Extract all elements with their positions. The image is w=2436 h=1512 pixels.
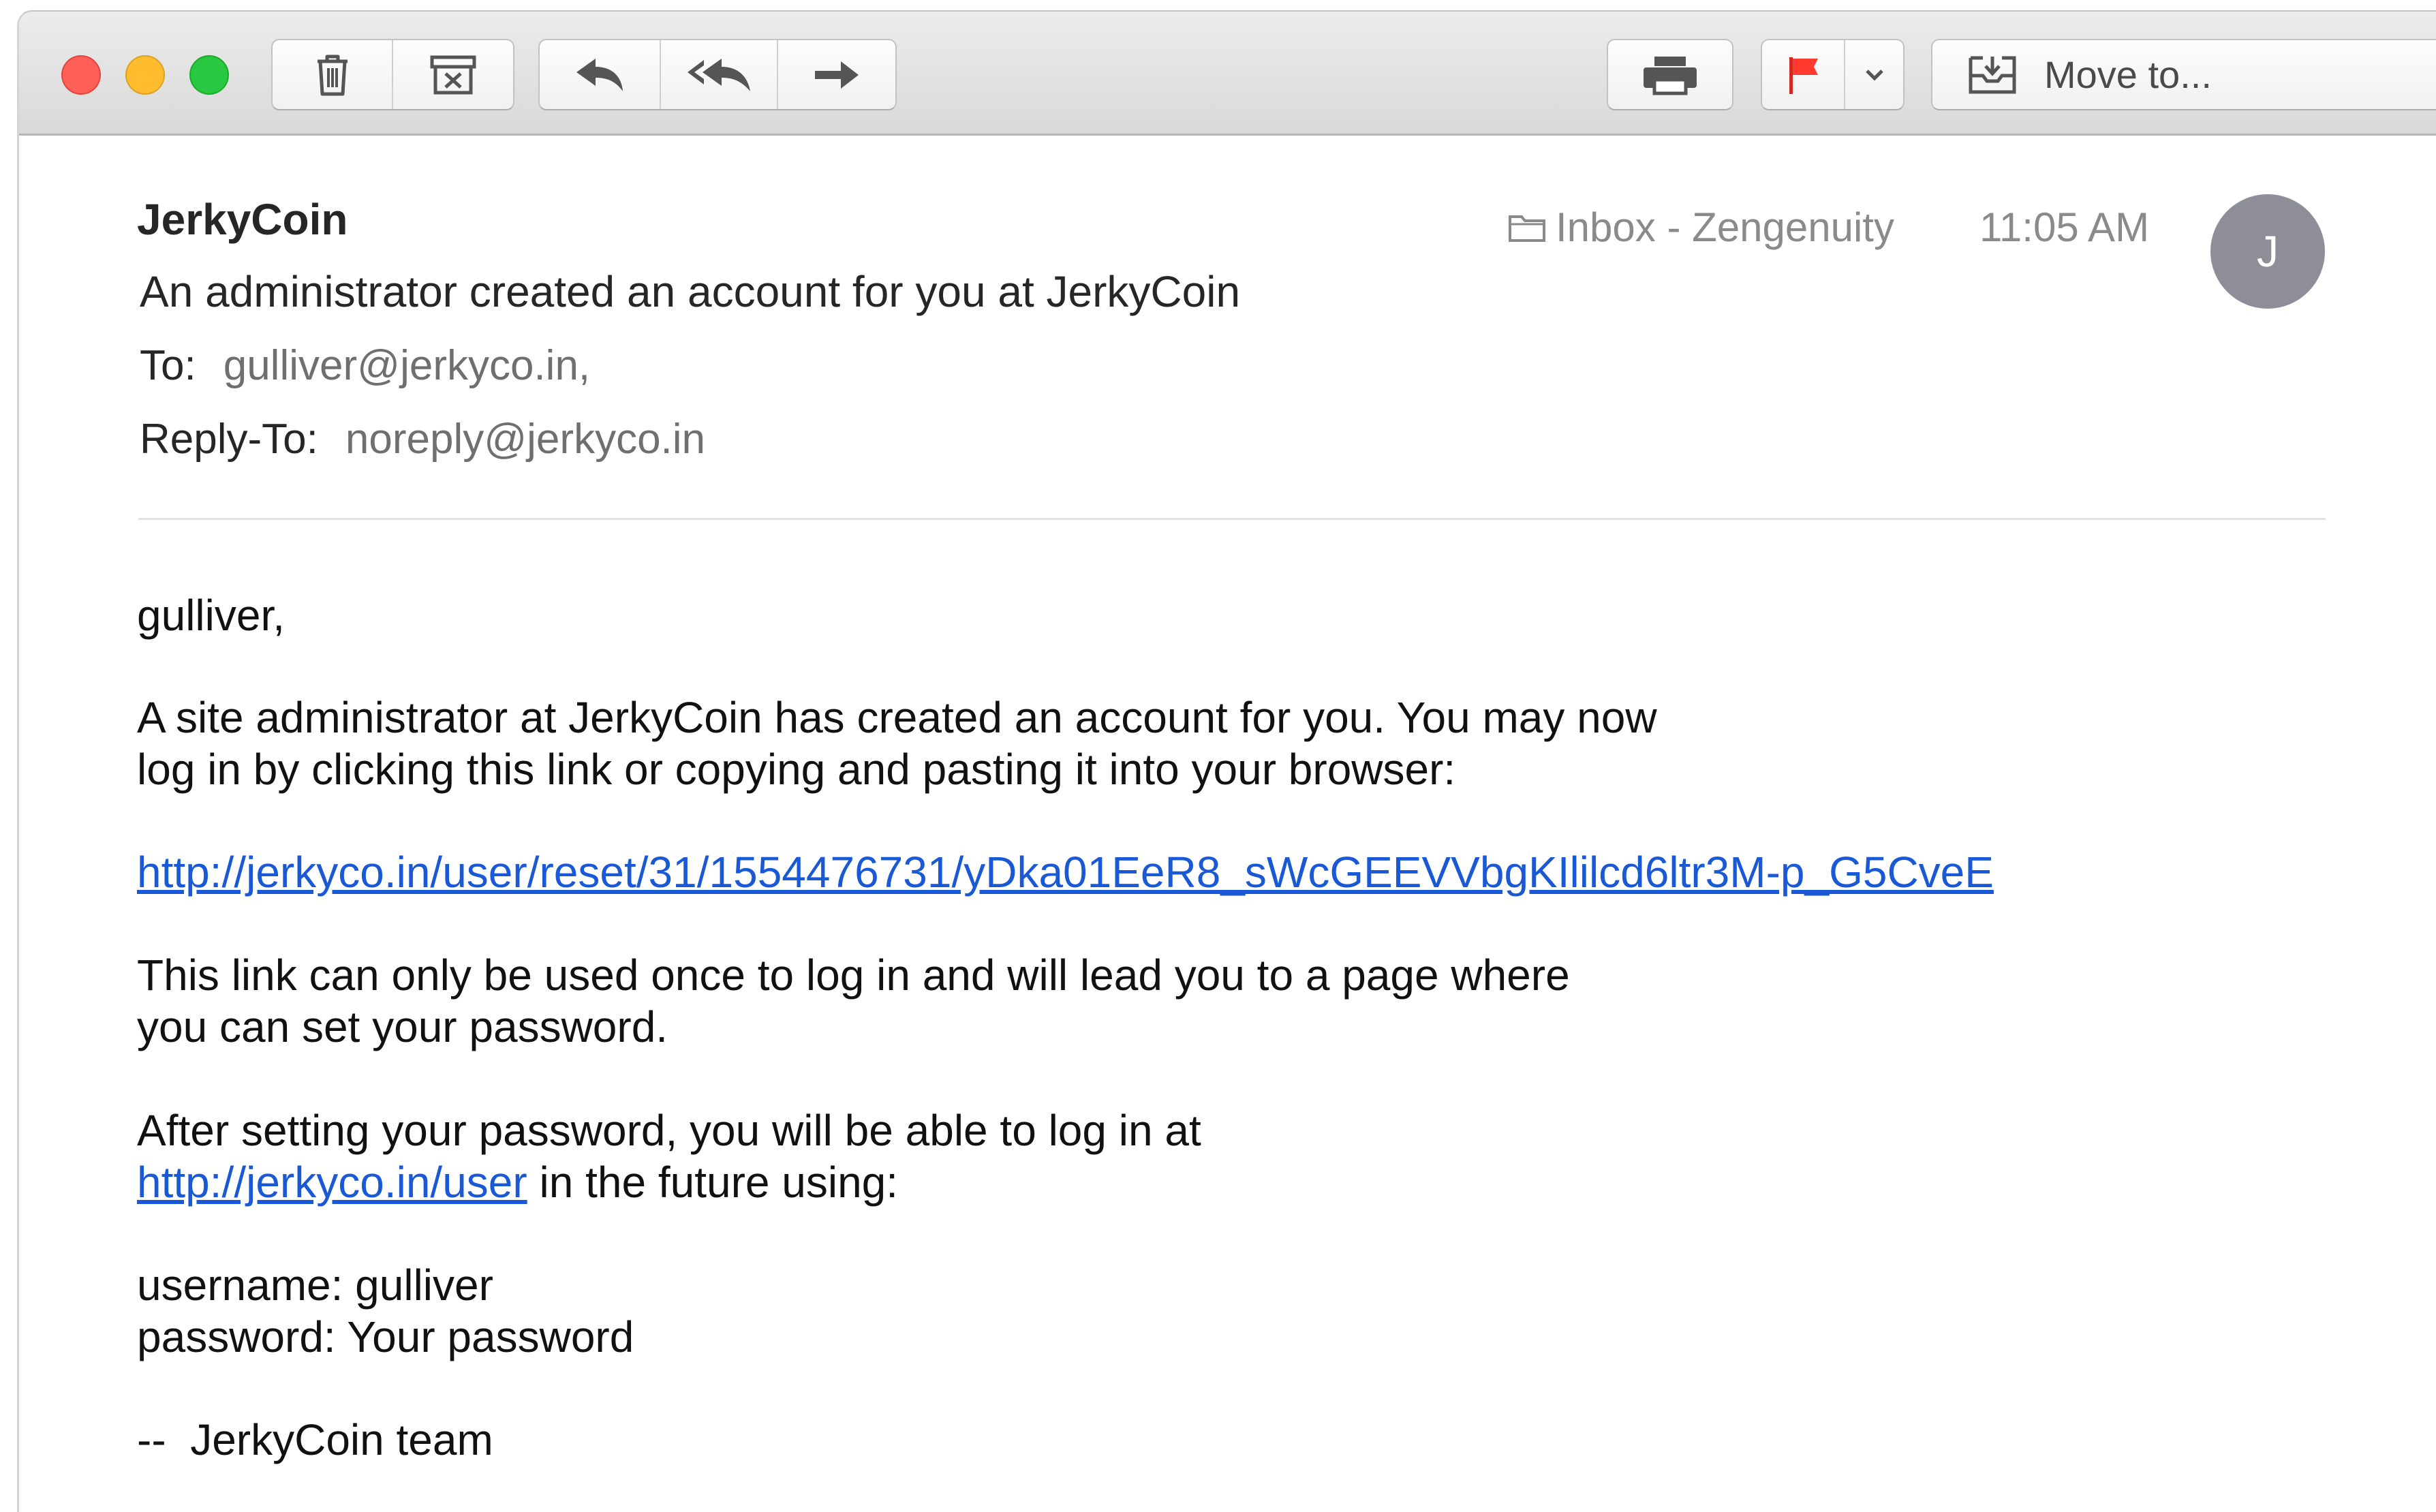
to-label: To: xyxy=(140,342,196,389)
minimize-window-button[interactable] xyxy=(125,55,165,95)
mailbox-name: Inbox - Zengenuity xyxy=(1556,204,1894,250)
paragraph-1: A site administrator at JerkyCoin has cr… xyxy=(137,692,1657,795)
move-to-button[interactable]: Move to... xyxy=(1932,40,2436,109)
username-line: username: gulliver xyxy=(137,1261,493,1310)
move-to-label: Move to... xyxy=(2044,53,2212,96)
user-login-link[interactable]: http://jerkyco.in/user xyxy=(137,1158,527,1207)
trash-icon xyxy=(317,55,348,95)
subject-line: An administrator created an account for … xyxy=(140,267,1241,316)
chevron-down-icon xyxy=(1865,69,1883,81)
greeting: gulliver, xyxy=(137,591,285,640)
to-row: To: gulliver@jerkyco.in, xyxy=(140,341,590,390)
paragraph-3-line-1: After setting your password, you will be… xyxy=(137,1106,1201,1155)
move-to-icon xyxy=(1969,56,2016,93)
flag-menu-button[interactable] xyxy=(1845,40,1903,109)
reset-link-row: http://jerkyco.in/user/reset/31/15544767… xyxy=(137,846,1994,898)
paragraph-2: This link can only be used once to log i… xyxy=(137,949,1570,1053)
print-button[interactable] xyxy=(1608,40,1732,109)
zoom-window-button[interactable] xyxy=(189,55,229,95)
paragraph-1-line-1: A site administrator at JerkyCoin has cr… xyxy=(137,693,1657,742)
to-address[interactable]: gulliver@jerkyco.in, xyxy=(223,342,590,389)
paragraph-3-line-2: http://jerkyco.in/user in the future usi… xyxy=(137,1156,1201,1208)
sender-name: JerkyCoin xyxy=(137,195,348,244)
paragraph-3: After setting your password, you will be… xyxy=(137,1105,1201,1208)
mailbox-indicator[interactable]: Inbox - Zengenuity xyxy=(1508,204,1894,251)
forward-button[interactable] xyxy=(778,40,895,109)
paragraph-1-line-2: log in by clicking this link or copying … xyxy=(137,745,1456,794)
printer-icon xyxy=(1644,56,1697,95)
reply-to-address[interactable]: noreply@jerkyco.in xyxy=(345,416,705,463)
reply-button[interactable] xyxy=(540,40,661,109)
avatar-initial: J xyxy=(2257,227,2279,276)
close-window-button[interactable] xyxy=(61,55,101,95)
reply-forward-group xyxy=(538,39,897,110)
delete-archive-group xyxy=(271,39,514,110)
print-group xyxy=(1607,39,1733,110)
mail-window: Move to... JerkyCoin An administrator cr… xyxy=(17,10,2436,1512)
move-to-group: Move to... xyxy=(1931,39,2436,110)
reply-icon xyxy=(576,58,623,91)
signature: -- JerkyCoin team xyxy=(137,1415,493,1464)
reset-link[interactable]: http://jerkyco.in/user/reset/31/15544767… xyxy=(137,848,1994,897)
forward-icon xyxy=(815,61,859,89)
folder-icon xyxy=(1509,215,1545,242)
credentials: username: gulliver password: Your passwo… xyxy=(137,1259,634,1363)
password-line: password: Your password xyxy=(137,1312,634,1361)
reply-to-label: Reply-To: xyxy=(140,416,318,463)
flag-icon xyxy=(1789,57,1818,94)
paragraph-2-line-1: This link can only be used once to log i… xyxy=(137,951,1570,1000)
archive-button[interactable] xyxy=(393,40,513,109)
received-time: 11:05 AM xyxy=(1979,204,2150,250)
reply-to-row: Reply-To: noreply@jerkyco.in xyxy=(140,415,705,463)
delete-button[interactable] xyxy=(273,40,393,109)
reply-all-button[interactable] xyxy=(661,40,778,109)
archive-icon xyxy=(430,55,476,94)
header-divider xyxy=(138,518,2326,520)
paragraph-3-line-2-text: in the future using: xyxy=(527,1158,899,1207)
flag-button[interactable] xyxy=(1762,40,1845,109)
paragraph-2-line-2: you can set your password. xyxy=(137,1002,668,1051)
toolbar: Move to... xyxy=(19,12,2436,136)
reply-all-icon xyxy=(688,58,750,91)
sender-avatar: J xyxy=(2210,194,2325,309)
flag-group xyxy=(1761,39,1905,110)
